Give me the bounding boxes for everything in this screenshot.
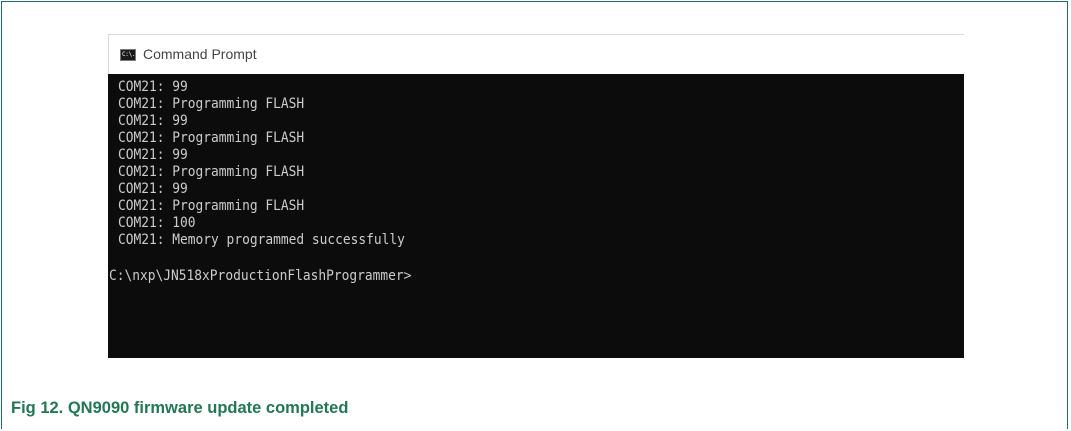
window-title: Command Prompt	[143, 46, 257, 62]
console-line: COM21: Memory programmed successfully	[118, 232, 405, 248]
console-prompt: C:\nxp\JN518xProductionFlashProgrammer>	[109, 268, 412, 284]
console-line: COM21: Programming FLASH	[118, 198, 305, 214]
console-line: COM21: Programming FLASH	[118, 130, 305, 146]
console-line: COM21: 99	[118, 181, 188, 197]
console-line: COM21: 99	[118, 79, 188, 95]
cmd-icon-glyph: C:\.	[122, 51, 136, 58]
cmd-window-icon: C:\.	[120, 49, 136, 61]
console-line: COM21: 99	[118, 147, 188, 163]
console-line: COM21: Programming FLASH	[118, 96, 305, 112]
figure-caption: Fig 12. QN9090 firmware update completed	[11, 399, 349, 417]
console-line: COM21: Programming FLASH	[118, 164, 305, 180]
command-prompt-window[interactable]: C:\. Command Prompt COM21: 99 COM21: Pro…	[108, 34, 964, 358]
console-line: COM21: 99	[118, 113, 188, 129]
console-line: COM21: 100	[118, 215, 196, 231]
window-titlebar[interactable]: C:\. Command Prompt	[108, 34, 964, 74]
console-output[interactable]: COM21: 99 COM21: Programming FLASH COM21…	[108, 74, 964, 358]
